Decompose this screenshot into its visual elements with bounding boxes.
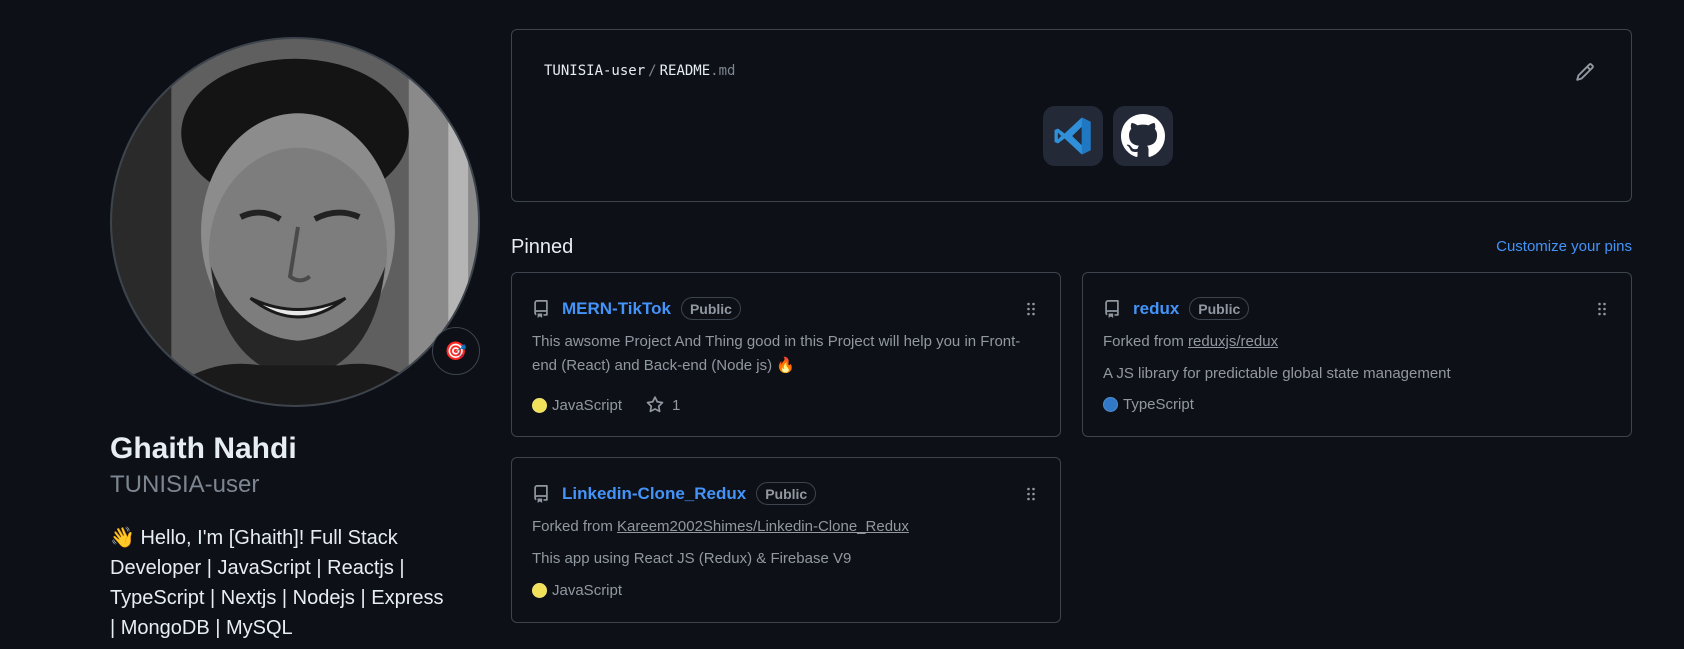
profile-bio: 👋 Hello, I'm [Ghaith]! Full Stack Develo… <box>110 527 444 639</box>
profile-readme-card: TUNISIA-user / README.md <box>511 29 1632 202</box>
repo-meta: TypeScript <box>1103 396 1194 413</box>
readme-file-name: README <box>659 63 711 79</box>
repo-icon <box>534 484 548 503</box>
vscode-icon <box>1043 106 1103 166</box>
visibility-badge: Public <box>680 297 741 320</box>
star-icon <box>646 396 664 413</box>
pinned-repo-card: redux Public Forked from reduxjs/redux A… <box>1082 272 1632 437</box>
repo-description: This app using React JS (Redux) & Fireba… <box>532 550 852 567</box>
language-color-dot <box>532 583 547 598</box>
readme-user[interactable]: TUNISIA-user <box>544 63 645 79</box>
visibility-badge: Public <box>756 482 817 505</box>
avatar[interactable] <box>110 37 480 407</box>
drag-handle-icon[interactable] <box>1026 301 1036 317</box>
repo-description: This awsome Project And Thing good in th… <box>532 333 1021 374</box>
repo-header: Linkedin-Clone_Redux Public <box>532 482 817 505</box>
repo-icon <box>534 299 548 318</box>
repo-icon <box>1105 299 1119 318</box>
repo-language: TypeScript <box>1123 396 1194 413</box>
readme-separator: / <box>648 63 657 79</box>
repo-meta: JavaScript <box>532 582 622 599</box>
pinned-title: Pinned <box>511 236 574 258</box>
repo-name-link[interactable]: Linkedin-Clone_Redux <box>562 484 746 504</box>
status-emoji: 🎯 <box>444 340 468 361</box>
drag-handle-icon[interactable] <box>1026 486 1036 502</box>
pinned-repo-card: MERN-TikTok Public This awsome Project A… <box>511 272 1061 437</box>
avatar-container: 🎯 <box>110 37 480 407</box>
language-color-dot <box>532 397 547 413</box>
repo-stars-link[interactable]: 1 <box>646 396 680 414</box>
avatar-photo <box>112 39 478 405</box>
readme-path: TUNISIA-user / README.md <box>544 63 735 79</box>
forked-from-prefix: Forked from <box>1103 333 1184 350</box>
repo-name-link[interactable]: MERN-TikTok <box>562 299 671 319</box>
repo-language: JavaScript <box>552 582 623 599</box>
readme-file-ext: .md <box>710 63 736 79</box>
visibility-badge: Public <box>1189 297 1250 320</box>
forked-from-link[interactable]: reduxjs/redux <box>1188 333 1278 350</box>
profile-full-name: Ghaith Nahdi <box>110 432 297 465</box>
profile-sidebar: 🎯 Ghaith Nahdi TUNISIA-user 👋 Hello, I'm… <box>110 37 480 643</box>
repo-meta: JavaScript 1 <box>532 396 680 414</box>
forked-from-prefix: Forked from <box>532 518 613 535</box>
drag-handle-icon[interactable] <box>1597 301 1607 317</box>
edit-readme-button[interactable] <box>1575 62 1599 86</box>
repo-name-link[interactable]: redux <box>1133 299 1179 319</box>
forked-from-link[interactable]: Kareem2002Shimes/Linkedin-Clone_Redux <box>617 518 909 535</box>
pencil-icon <box>1576 63 1594 81</box>
repo-header: redux Public <box>1103 297 1250 320</box>
forked-from: Forked from reduxjs/redux <box>1103 333 1278 350</box>
repo-language: JavaScript <box>552 396 623 414</box>
language-color-dot <box>1103 397 1118 412</box>
profile-login: TUNISIA-user <box>110 471 260 498</box>
forked-from: Forked from Kareem2002Shimes/Linkedin-Cl… <box>532 518 909 535</box>
pinned-repo-card: Linkedin-Clone_Redux Public Forked from … <box>511 457 1061 623</box>
readme-tool-icons <box>1043 106 1173 166</box>
star-count: 1 <box>672 396 681 414</box>
customize-pins-link[interactable]: Customize your pins <box>1496 238 1632 255</box>
repo-header: MERN-TikTok Public <box>532 297 741 320</box>
repo-description: A JS library for predictable global stat… <box>1103 365 1451 382</box>
github-icon <box>1113 106 1173 166</box>
status-badge[interactable]: 🎯 <box>432 327 480 375</box>
